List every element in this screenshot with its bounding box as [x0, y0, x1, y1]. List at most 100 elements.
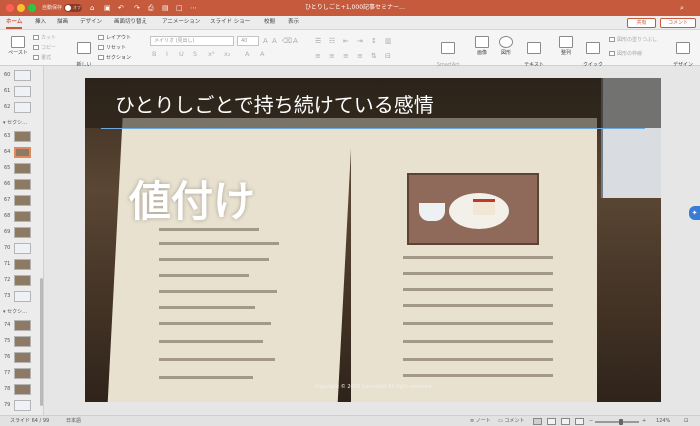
- copy-button[interactable]: コピー: [33, 45, 56, 51]
- reset-button[interactable]: リセット: [98, 45, 126, 51]
- zoom-in-icon[interactable]: +: [642, 417, 646, 426]
- redo-icon[interactable]: ↷: [134, 3, 140, 13]
- slide-thumbnail[interactable]: [14, 86, 31, 97]
- thumbnail-row[interactable]: 61: [0, 84, 43, 100]
- thumbnail-scrollbar[interactable]: [40, 278, 43, 406]
- tab-animations[interactable]: アニメーション: [162, 16, 200, 29]
- thumbnail-row[interactable]: 60: [0, 68, 43, 84]
- tab-view[interactable]: 表示: [288, 16, 299, 29]
- arrange-button[interactable]: 整列: [556, 36, 576, 56]
- font-name-select[interactable]: メイリオ (見出し): [150, 36, 234, 46]
- font-size-select[interactable]: 40: [237, 36, 259, 46]
- maximize-window-button[interactable]: [28, 4, 36, 12]
- language-indicator[interactable]: 日本語: [66, 417, 81, 426]
- subscript-icon[interactable]: x₂: [224, 50, 230, 58]
- comments-status-button[interactable]: ▭ コメント: [498, 417, 524, 426]
- thumbnail-row[interactable]: 65: [0, 161, 43, 177]
- close-window-button[interactable]: [6, 4, 14, 12]
- align-center-icon[interactable]: ≡: [329, 52, 335, 60]
- slide-thumbnail[interactable]: [14, 102, 31, 113]
- tab-review[interactable]: 校閲: [264, 16, 275, 29]
- slide-thumbnail[interactable]: [14, 400, 31, 411]
- clear-format-icon[interactable]: ⌫: [282, 37, 292, 45]
- tab-transitions[interactable]: 画面切り替え: [114, 16, 147, 29]
- slide-title[interactable]: ひとりしごとで持ち続けている感情: [115, 89, 434, 118]
- layout-button[interactable]: レイアウト: [98, 35, 131, 41]
- slide-thumbnail[interactable]: [14, 179, 31, 190]
- tab-design[interactable]: デザイン: [80, 16, 102, 29]
- underline-icon[interactable]: U: [179, 50, 184, 58]
- thumbnail-row[interactable]: 70: [0, 241, 43, 257]
- strikethrough-icon[interactable]: S: [193, 50, 197, 58]
- slide-thumbnail[interactable]: [14, 70, 31, 81]
- justify-icon[interactable]: ≡: [357, 52, 363, 60]
- shape-fill-button[interactable]: 図形の塗りつぶし: [609, 37, 657, 43]
- thumbnail-row[interactable]: 69: [0, 225, 43, 241]
- thumbnail-row[interactable]: 62: [0, 100, 43, 116]
- slide-thumbnail[interactable]: [14, 211, 31, 222]
- slide-thumbnail[interactable]: [14, 291, 31, 302]
- format-painter-button[interactable]: 書式: [33, 55, 51, 61]
- zoom-slider[interactable]: [595, 419, 639, 425]
- slide-thumbnail[interactable]: [14, 368, 31, 379]
- slide-thumbnail-pane[interactable]: 60 61 62 ▾ セクシ… 63 64 65 66 67 68 69 70 …: [0, 66, 44, 415]
- columns-icon[interactable]: ▥: [385, 37, 392, 45]
- thumbnail-row[interactable]: 66: [0, 177, 43, 193]
- section-header[interactable]: ▾ セクシ…: [0, 306, 43, 318]
- slide-thumbnail[interactable]: [14, 243, 31, 254]
- thumbnail-row[interactable]: 71: [0, 257, 43, 273]
- highlight-icon[interactable]: A: [260, 50, 264, 58]
- shrink-font-icon[interactable]: A: [272, 37, 277, 45]
- text-direction-icon[interactable]: ⇅: [371, 52, 377, 60]
- slide-sorter-button[interactable]: [547, 418, 556, 425]
- indent-decrease-icon[interactable]: ⇤: [343, 37, 349, 45]
- current-slide[interactable]: ひとりしごとで持ち続けている感情 値付け Copyright © 2019 Co…: [85, 78, 661, 402]
- zoom-slider-thumb[interactable]: [619, 419, 623, 425]
- line-spacing-icon[interactable]: ↕: [371, 37, 377, 45]
- zoom-out-icon[interactable]: −: [589, 417, 593, 426]
- thumbnail-row[interactable]: 73: [0, 289, 43, 305]
- thumbnail-row[interactable]: 68: [0, 209, 43, 225]
- thumbnail-row[interactable]: 77: [0, 366, 43, 382]
- zoom-level[interactable]: 124%: [656, 417, 670, 426]
- slide-thumbnail[interactable]: [14, 195, 31, 206]
- text-effect-icon[interactable]: A: [293, 37, 298, 45]
- notes-button[interactable]: ≡ ノート: [470, 417, 491, 426]
- numbering-icon[interactable]: ☷: [329, 37, 335, 45]
- thumbnail-row[interactable]: 75: [0, 334, 43, 350]
- reading-view-button[interactable]: [561, 418, 570, 425]
- slide-editor-canvas[interactable]: ひとりしごとで持ち続けている感情 値付け Copyright © 2019 Co…: [45, 66, 700, 415]
- thumbnail-row[interactable]: 72: [0, 273, 43, 289]
- open-icon[interactable]: ▤: [162, 3, 169, 13]
- shape-outline-button[interactable]: 図形の枠線: [609, 51, 642, 57]
- bold-icon[interactable]: B: [152, 50, 156, 58]
- normal-view-button[interactable]: [533, 418, 542, 425]
- grow-font-icon[interactable]: A: [263, 37, 268, 45]
- align-left-icon[interactable]: ≡: [315, 52, 321, 60]
- thumbnail-row[interactable]: 78: [0, 382, 43, 398]
- print-icon[interactable]: ⎙: [148, 3, 154, 13]
- cut-button[interactable]: カット: [33, 35, 56, 41]
- autosave-toggle[interactable]: オフ: [64, 4, 82, 12]
- section-button[interactable]: セクション: [98, 55, 131, 61]
- slide-thumbnail[interactable]: [14, 336, 31, 347]
- thumbnail-row[interactable]: 79: [0, 398, 43, 414]
- tab-home[interactable]: ホーム: [6, 16, 23, 29]
- thumbnail-row[interactable]: 74: [0, 318, 43, 334]
- slide-thumbnail[interactable]: [14, 163, 31, 174]
- slide-thumbnail[interactable]: [14, 320, 31, 331]
- assistant-float-icon[interactable]: ✦: [689, 206, 700, 220]
- align-text-icon[interactable]: ⊟: [385, 52, 391, 60]
- slide-thumbnail[interactable]: [14, 259, 31, 270]
- thumbnail-row[interactable]: 63: [0, 129, 43, 145]
- slide-thumbnail[interactable]: [14, 384, 31, 395]
- slide-thumbnail[interactable]: [14, 352, 31, 363]
- shapes-button[interactable]: 図形: [495, 36, 517, 56]
- overflow-icon[interactable]: ⋯: [190, 3, 197, 13]
- fit-slide-icon[interactable]: ⊡: [684, 417, 688, 426]
- tab-slideshow[interactable]: スライド ショー: [210, 16, 250, 29]
- paste-button[interactable]: ペースト: [5, 36, 31, 56]
- slide-thumbnail[interactable]: [14, 131, 31, 142]
- bullets-icon[interactable]: ☰: [315, 37, 321, 45]
- slide-thumbnail[interactable]: [14, 227, 31, 238]
